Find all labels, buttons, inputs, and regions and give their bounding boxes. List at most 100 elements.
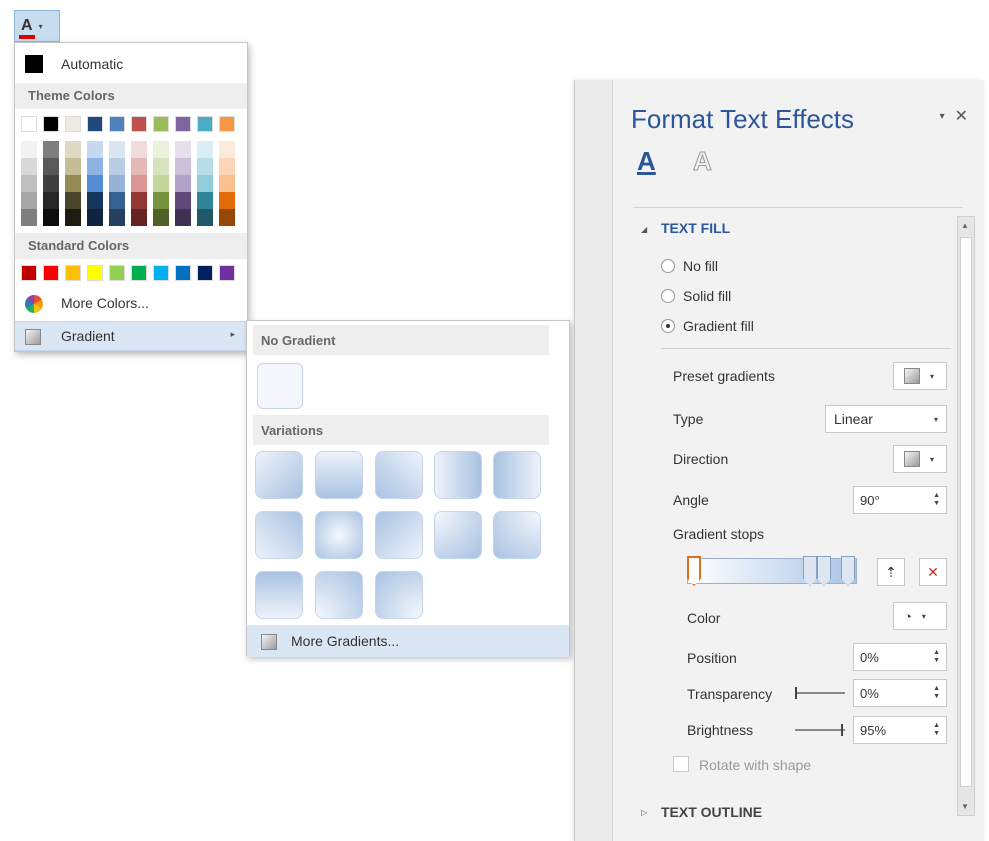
theme-tint-swatch[interactable] bbox=[109, 209, 125, 226]
theme-color-swatch[interactable] bbox=[197, 116, 213, 132]
theme-color-swatch[interactable] bbox=[21, 116, 37, 132]
theme-color-swatch[interactable] bbox=[219, 116, 235, 132]
theme-tint-swatch[interactable] bbox=[197, 192, 213, 209]
gradient-variation-from-corner-tl[interactable] bbox=[434, 511, 482, 559]
pane-scrollbar[interactable]: ▲ ▼ bbox=[957, 216, 975, 816]
theme-tint-swatch[interactable] bbox=[153, 192, 169, 209]
theme-color-swatch[interactable] bbox=[109, 116, 125, 132]
angle-spinner[interactable]: 90° ▲ ▼ bbox=[853, 486, 947, 514]
theme-tint-swatch[interactable] bbox=[131, 209, 147, 226]
theme-tint-swatch[interactable] bbox=[197, 158, 213, 175]
brightness-slider-handle[interactable] bbox=[840, 724, 843, 736]
rotate-with-shape-checkbox[interactable] bbox=[673, 756, 689, 772]
collapse-icon[interactable]: ◢ bbox=[641, 225, 647, 234]
gradient-variation-from-corner-tr[interactable] bbox=[493, 511, 541, 559]
theme-tint-swatch[interactable] bbox=[153, 209, 169, 226]
theme-tint-swatch[interactable] bbox=[219, 175, 235, 192]
standard-color-swatch[interactable] bbox=[43, 265, 59, 281]
spin-arrows-icon[interactable]: ▲ ▼ bbox=[933, 685, 940, 701]
theme-tint-swatch[interactable] bbox=[219, 209, 235, 226]
theme-color-swatch[interactable] bbox=[153, 116, 169, 132]
text-outline-header[interactable]: TEXT OUTLINE bbox=[661, 804, 762, 820]
no-gradient-option[interactable] bbox=[257, 363, 303, 409]
gradient-variation-linear-down[interactable] bbox=[315, 451, 363, 499]
theme-color-swatch[interactable] bbox=[65, 116, 81, 132]
standard-color-swatch[interactable] bbox=[153, 265, 169, 281]
transparency-slider[interactable] bbox=[795, 687, 845, 699]
brightness-slider[interactable] bbox=[795, 724, 845, 736]
remove-gradient-stop-button[interactable]: ✕ bbox=[919, 558, 947, 586]
theme-tint-swatch[interactable] bbox=[197, 141, 213, 158]
gradient-variation-linear-diagonal-br[interactable] bbox=[375, 511, 423, 559]
gradient-variation-linear-diagonal-tr[interactable] bbox=[375, 451, 423, 499]
theme-tint-swatch[interactable] bbox=[219, 141, 235, 158]
gradient-variation-linear-up[interactable] bbox=[255, 571, 303, 619]
theme-tint-swatch[interactable] bbox=[87, 175, 103, 192]
gradient-variation-from-center[interactable] bbox=[315, 511, 363, 559]
preset-gradients-dropdown[interactable]: ▾ bbox=[893, 362, 947, 390]
theme-tint-swatch[interactable] bbox=[175, 158, 191, 175]
theme-tint-swatch[interactable] bbox=[197, 209, 213, 226]
close-icon[interactable]: ✕ bbox=[955, 106, 968, 126]
theme-tint-swatch[interactable] bbox=[21, 141, 37, 158]
theme-tint-swatch[interactable] bbox=[131, 175, 147, 192]
theme-tint-swatch[interactable] bbox=[65, 141, 81, 158]
font-color-button[interactable]: A ▾ bbox=[14, 10, 60, 42]
theme-tint-swatch[interactable] bbox=[153, 141, 169, 158]
position-spinner[interactable]: 0% ▲ ▼ bbox=[853, 643, 947, 671]
theme-tint-swatch[interactable] bbox=[175, 192, 191, 209]
transparency-spinner[interactable]: 0% ▲ ▼ bbox=[853, 679, 947, 707]
theme-tint-swatch[interactable] bbox=[21, 192, 37, 209]
scroll-up-icon[interactable]: ▲ bbox=[961, 221, 969, 230]
more-gradients-item[interactable]: More Gradients... bbox=[247, 625, 569, 657]
scroll-thumb[interactable] bbox=[960, 237, 972, 787]
solid-fill-option[interactable]: Solid fill bbox=[661, 288, 731, 304]
theme-tint-swatch[interactable] bbox=[43, 192, 59, 209]
spin-arrows-icon[interactable]: ▲ ▼ bbox=[933, 722, 940, 738]
theme-tint-swatch[interactable] bbox=[65, 158, 81, 175]
standard-color-swatch[interactable] bbox=[219, 265, 235, 281]
gradient-variation-linear-left[interactable] bbox=[493, 451, 541, 499]
theme-tint-swatch[interactable] bbox=[131, 192, 147, 209]
theme-tint-swatch[interactable] bbox=[175, 209, 191, 226]
theme-tint-swatch[interactable] bbox=[65, 175, 81, 192]
theme-tint-swatch[interactable] bbox=[87, 209, 103, 226]
gradient-variation-from-corner-bl[interactable] bbox=[315, 571, 363, 619]
theme-tint-swatch[interactable] bbox=[131, 141, 147, 158]
spin-arrows-icon[interactable]: ▲ ▼ bbox=[933, 649, 940, 665]
gradient-item[interactable]: Gradient ▸ bbox=[15, 321, 247, 351]
standard-color-swatch[interactable] bbox=[65, 265, 81, 281]
theme-tint-swatch[interactable] bbox=[109, 158, 125, 175]
theme-color-swatch[interactable] bbox=[131, 116, 147, 132]
direction-dropdown[interactable]: ▾ bbox=[893, 445, 947, 473]
theme-tint-swatch[interactable] bbox=[87, 192, 103, 209]
theme-tint-swatch[interactable] bbox=[109, 192, 125, 209]
theme-color-swatch[interactable] bbox=[43, 116, 59, 132]
expand-icon[interactable]: ▷ bbox=[641, 808, 647, 817]
theme-tint-swatch[interactable] bbox=[65, 192, 81, 209]
theme-tint-swatch[interactable] bbox=[131, 158, 147, 175]
no-fill-option[interactable]: No fill bbox=[661, 258, 718, 274]
theme-tint-swatch[interactable] bbox=[87, 158, 103, 175]
add-gradient-stop-button[interactable]: ⇡ bbox=[877, 558, 905, 586]
theme-tint-swatch[interactable] bbox=[43, 209, 59, 226]
theme-tint-swatch[interactable] bbox=[153, 175, 169, 192]
text-fill-header[interactable]: TEXT FILL bbox=[661, 220, 730, 236]
theme-tint-swatch[interactable] bbox=[219, 192, 235, 209]
gradient-variation-linear-diagonal-bl[interactable] bbox=[255, 511, 303, 559]
more-colors-item[interactable]: More Colors... bbox=[15, 289, 247, 319]
theme-tint-swatch[interactable] bbox=[109, 141, 125, 158]
standard-color-swatch[interactable] bbox=[87, 265, 103, 281]
radio-solid-fill[interactable] bbox=[661, 289, 675, 303]
theme-tint-swatch[interactable] bbox=[175, 141, 191, 158]
theme-tint-swatch[interactable] bbox=[21, 175, 37, 192]
theme-tint-swatch[interactable] bbox=[43, 175, 59, 192]
theme-tint-swatch[interactable] bbox=[197, 175, 213, 192]
theme-tint-swatch[interactable] bbox=[175, 175, 191, 192]
theme-tint-swatch[interactable] bbox=[65, 209, 81, 226]
tab-text-effects[interactable]: A bbox=[693, 146, 713, 177]
chevron-down-icon[interactable]: ▾ bbox=[39, 22, 43, 31]
radio-no-fill[interactable] bbox=[661, 259, 675, 273]
theme-color-swatch[interactable] bbox=[175, 116, 191, 132]
gradient-variation-linear-diagonal-tl[interactable] bbox=[255, 451, 303, 499]
